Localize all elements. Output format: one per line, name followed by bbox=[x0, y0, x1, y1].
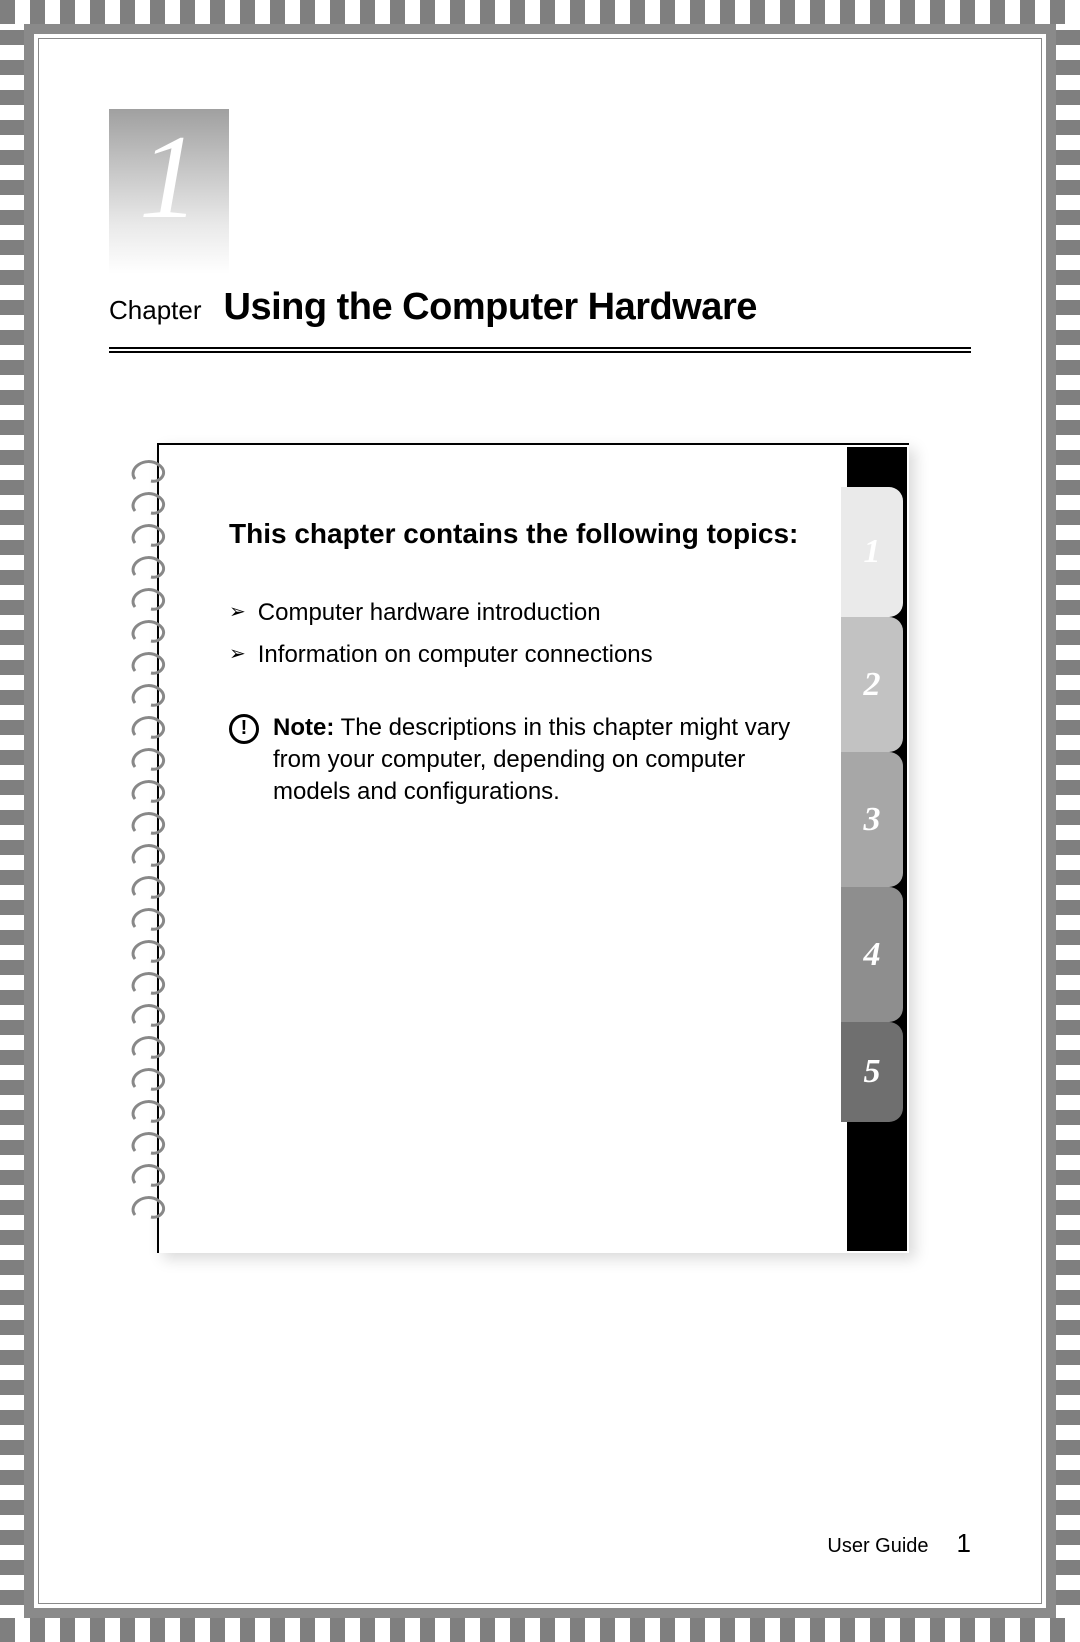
spiral-ring-icon bbox=[129, 715, 169, 741]
spiral-ring-icon bbox=[129, 1099, 169, 1125]
notebook-content: This chapter contains the following topi… bbox=[229, 515, 799, 809]
list-item: ➢ Computer hardware introduction bbox=[229, 597, 799, 629]
spiral-ring-icon bbox=[129, 491, 169, 517]
footer-page-number: 1 bbox=[957, 1528, 971, 1559]
note-body: The descriptions in this chapter might v… bbox=[273, 714, 790, 806]
chapter-number-badge: 1 bbox=[109, 109, 229, 274]
section-tab-1: 1 bbox=[841, 487, 903, 617]
spiral-ring-icon bbox=[129, 875, 169, 901]
chapter-header: 1 Chapter Using the Computer Hardware bbox=[109, 109, 971, 353]
spiral-ring-icon bbox=[129, 1163, 169, 1189]
spiral-ring-icon bbox=[129, 779, 169, 805]
spiral-binding bbox=[129, 459, 173, 1221]
spiral-ring-icon bbox=[129, 1131, 169, 1157]
spiral-ring-icon bbox=[129, 1067, 169, 1093]
page-footer: User Guide 1 bbox=[827, 1528, 971, 1559]
spiral-ring-icon bbox=[129, 555, 169, 581]
topics-heading: This chapter contains the following topi… bbox=[229, 515, 799, 553]
bullet-arrow-icon: ➢ bbox=[229, 597, 246, 629]
spiral-ring-icon bbox=[129, 459, 169, 485]
solid-mid-border: 1 Chapter Using the Computer Hardware 1 … bbox=[24, 24, 1056, 1618]
note-text: Note: The descriptions in this chapter m… bbox=[273, 712, 799, 809]
section-tabs: 1 2 3 4 5 bbox=[841, 487, 903, 1122]
spiral-ring-icon bbox=[129, 683, 169, 709]
spiral-ring-icon bbox=[129, 1003, 169, 1029]
note-label: Note: bbox=[273, 714, 334, 741]
spiral-ring-icon bbox=[129, 843, 169, 869]
section-tab-2: 2 bbox=[841, 617, 903, 752]
section-tab-3: 3 bbox=[841, 752, 903, 887]
spiral-ring-icon bbox=[129, 907, 169, 933]
spiral-ring-icon bbox=[129, 939, 169, 965]
spiral-ring-icon bbox=[129, 587, 169, 613]
chapter-label: Chapter bbox=[109, 295, 202, 326]
section-tab-5: 5 bbox=[841, 1022, 903, 1122]
list-item: ➢ Information on computer connections bbox=[229, 639, 799, 671]
section-tab-4: 4 bbox=[841, 887, 903, 1022]
spiral-ring-icon bbox=[129, 619, 169, 645]
spiral-ring-icon bbox=[129, 747, 169, 773]
notebook: 1 2 3 4 5 This chapter contains the foll… bbox=[129, 443, 909, 1253]
notebook-page: 1 2 3 4 5 This chapter contains the foll… bbox=[157, 443, 909, 1253]
topic-text: Computer hardware introduction bbox=[258, 597, 601, 629]
spiral-ring-icon bbox=[129, 651, 169, 677]
dashed-outer-border: 1 Chapter Using the Computer Hardware 1 … bbox=[0, 0, 1080, 1642]
spiral-ring-icon bbox=[129, 523, 169, 549]
chapter-number: 1 bbox=[139, 117, 199, 237]
chapter-title: Using the Computer Hardware bbox=[224, 286, 757, 329]
title-double-rule bbox=[109, 347, 971, 353]
note-block: ! Note: The descriptions in this chapter… bbox=[229, 712, 799, 809]
spiral-ring-icon bbox=[129, 971, 169, 997]
topics-list: ➢ Computer hardware introduction ➢ Infor… bbox=[229, 597, 799, 672]
spiral-ring-icon bbox=[129, 1035, 169, 1061]
bullet-arrow-icon: ➢ bbox=[229, 639, 246, 671]
topic-text: Information on computer connections bbox=[258, 639, 653, 671]
spiral-ring-icon bbox=[129, 811, 169, 837]
page-body: 1 Chapter Using the Computer Hardware 1 … bbox=[38, 38, 1042, 1604]
footer-doc-name: User Guide bbox=[827, 1535, 928, 1558]
note-icon: ! bbox=[229, 714, 259, 744]
spiral-ring-icon bbox=[129, 1195, 169, 1221]
